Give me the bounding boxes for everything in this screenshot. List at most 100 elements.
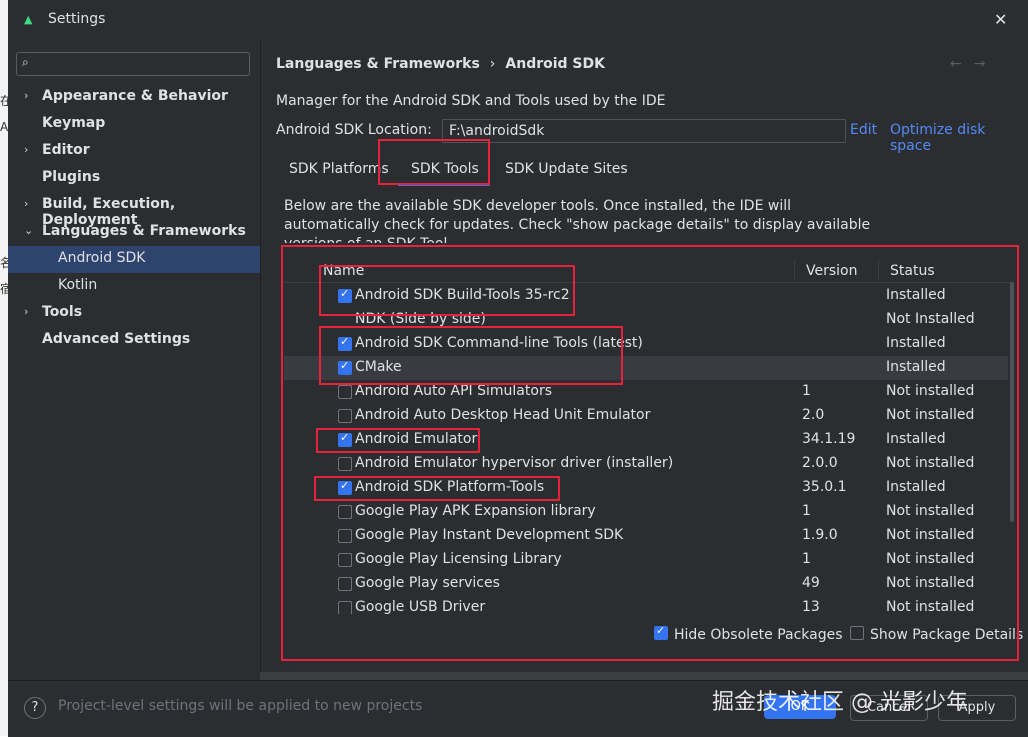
search-input[interactable]: [41, 54, 245, 74]
row-name: Google Play services: [355, 575, 500, 591]
row-status: Installed: [886, 479, 946, 495]
column-header-status[interactable]: Status: [890, 263, 935, 279]
table-row[interactable]: Google USB Driver 13 Not installed: [284, 596, 1008, 614]
hide-obsolete-checkbox[interactable]: [654, 624, 668, 640]
sidebar-item-label: Advanced Settings: [42, 331, 191, 347]
sidebar-item-languages[interactable]: ⌄ Languages & Frameworks: [8, 219, 260, 246]
column-header-version[interactable]: Version: [806, 263, 857, 279]
tab-sdk-update-sites[interactable]: SDK Update Sites: [505, 161, 628, 177]
row-name: Android Emulator hypervisor driver (inst…: [355, 455, 674, 471]
back-arrow-icon[interactable]: ←: [950, 56, 962, 72]
row-checkbox[interactable]: [338, 601, 352, 614]
row-name: NDK (Side by side): [355, 311, 486, 327]
sdk-location-field[interactable]: [442, 119, 846, 143]
row-status: Installed: [886, 287, 946, 303]
table-row[interactable]: Google Play Licensing Library 1 Not instal…: [284, 548, 1008, 572]
table-row[interactable]: Android SDK Platform-Tools 35.0.1 Installe…: [284, 476, 1008, 500]
row-version: 35.0.1: [802, 479, 847, 495]
search-icon: ⌕: [22, 55, 29, 69]
close-icon[interactable]: ✕: [994, 10, 1007, 29]
row-status: Not installed: [886, 383, 975, 399]
row-version: 49: [802, 575, 820, 591]
sidebar-item-plugins[interactable]: Plugins: [8, 165, 260, 192]
horizontal-scrollbar[interactable]: [260, 672, 1028, 680]
sidebar-item-label: Appearance & Behavior: [42, 88, 228, 104]
table-row[interactable]: Google Play APK Expansion library 1 Not in…: [284, 500, 1008, 524]
row-name: Android SDK Platform-Tools: [355, 479, 545, 495]
row-checkbox[interactable]: [338, 409, 352, 423]
breadcrumb-parent[interactable]: Languages & Frameworks: [276, 56, 480, 72]
table-scrollbar[interactable]: [1010, 282, 1014, 522]
tab-sdk-tools[interactable]: SDK Tools: [411, 161, 479, 177]
hide-obsolete-label: Hide Obsolete Packages: [674, 627, 843, 643]
row-status: Installed: [886, 431, 946, 447]
row-checkbox[interactable]: [338, 287, 352, 303]
column-separator: [794, 260, 795, 280]
table-row[interactable]: Android SDK Build-Tools 35-rc2 Installed: [284, 284, 1008, 308]
sidebar-item-editor[interactable]: › Editor: [8, 138, 260, 165]
chevron-right-icon: ›: [24, 197, 29, 210]
row-checkbox[interactable]: [338, 479, 352, 495]
sidebar-item-advanced[interactable]: Advanced Settings: [8, 327, 260, 354]
sidebar-item-tools[interactable]: › Tools: [8, 300, 260, 327]
sdk-tools-note: Below are the available SDK developer to…: [284, 198, 871, 243]
hide-obsolete-packages-option[interactable]: Hide Obsolete Packages: [654, 624, 843, 643]
row-checkbox[interactable]: [338, 505, 352, 519]
help-icon[interactable]: ?: [24, 697, 46, 719]
edit-link[interactable]: Edit: [850, 122, 877, 138]
sidebar-item-android-sdk[interactable]: Android SDK: [8, 246, 260, 273]
settings-search[interactable]: ⌕: [16, 52, 250, 76]
show-package-details-option[interactable]: Show Package Details: [850, 626, 1023, 643]
table-row[interactable]: Android Emulator hypervisor driver (inst…: [284, 452, 1008, 476]
row-checkbox[interactable]: [338, 359, 352, 375]
sidebar-item-appearance[interactable]: › Appearance & Behavior: [8, 84, 260, 111]
table-row[interactable]: NDK (Side by side) Not Installed: [284, 308, 1008, 332]
settings-sidebar: ⌕ › Appearance & Behavior Keymap › Edito…: [8, 40, 260, 672]
row-checkbox[interactable]: [338, 431, 352, 447]
row-name: Android Auto API Simulators: [355, 383, 552, 399]
sidebar-item-label: Plugins: [42, 169, 101, 185]
table-row[interactable]: Google Play Instant Development SDK 1.9.0…: [284, 524, 1008, 548]
sidebar-item-keymap[interactable]: Keymap: [8, 111, 260, 138]
sidebar-divider: [260, 40, 261, 672]
row-checkbox[interactable]: [338, 553, 352, 567]
forward-arrow-icon[interactable]: →: [974, 56, 986, 72]
table-row[interactable]: Android Auto Desktop Head Unit Emulator 2…: [284, 404, 1008, 428]
row-checkbox[interactable]: [338, 335, 352, 351]
row-status: Not Installed: [886, 311, 975, 327]
table-row[interactable]: Android Emulator 34.1.19 Installed: [284, 428, 1008, 452]
history-navigation: ← →: [950, 56, 997, 72]
row-name: Android SDK Build-Tools 35-rc2: [355, 287, 570, 303]
title-bar: ▲ Settings ✕: [8, 0, 1028, 40]
row-status: Not installed: [886, 527, 975, 543]
sidebar-item-label: Editor: [42, 142, 90, 158]
optimize-disk-space-link[interactable]: Optimize disk space: [890, 122, 1028, 154]
tab-sdk-platforms[interactable]: SDK Platforms: [289, 161, 389, 177]
row-version: 1: [802, 383, 811, 399]
row-checkbox[interactable]: [338, 385, 352, 399]
sidebar-item-build[interactable]: › Build, Execution, Deployment: [8, 192, 260, 228]
row-status: Installed: [886, 359, 946, 375]
row-name: CMake: [355, 359, 402, 375]
row-version: 2.0: [802, 407, 825, 423]
column-header-name[interactable]: Name: [323, 263, 364, 279]
sidebar-item-label: Kotlin: [58, 277, 98, 293]
row-status: Not installed: [886, 407, 975, 423]
row-status: Not installed: [886, 575, 975, 591]
row-version: 1: [802, 503, 811, 519]
chevron-right-icon: ›: [24, 305, 29, 318]
row-checkbox[interactable]: [338, 529, 352, 543]
table-row[interactable]: Google Play services 49 Not installed: [284, 572, 1008, 596]
sidebar-item-label: Tools: [42, 304, 83, 320]
row-version: 34.1.19: [802, 431, 856, 447]
row-status: Not installed: [886, 455, 975, 471]
table-row[interactable]: Android Auto API Simulators 1 Not installe…: [284, 380, 1008, 404]
sidebar-item-kotlin[interactable]: Kotlin: [8, 273, 260, 300]
table-row[interactable]: CMake Installed: [284, 356, 1008, 380]
row-checkbox[interactable]: [338, 457, 352, 471]
table-header: Name Version Status: [284, 258, 1014, 283]
chevron-right-icon: ›: [24, 143, 29, 156]
row-checkbox[interactable]: [338, 577, 352, 591]
table-row[interactable]: Android SDK Command-line Tools (latest) I…: [284, 332, 1008, 356]
show-details-checkbox[interactable]: [850, 626, 864, 640]
